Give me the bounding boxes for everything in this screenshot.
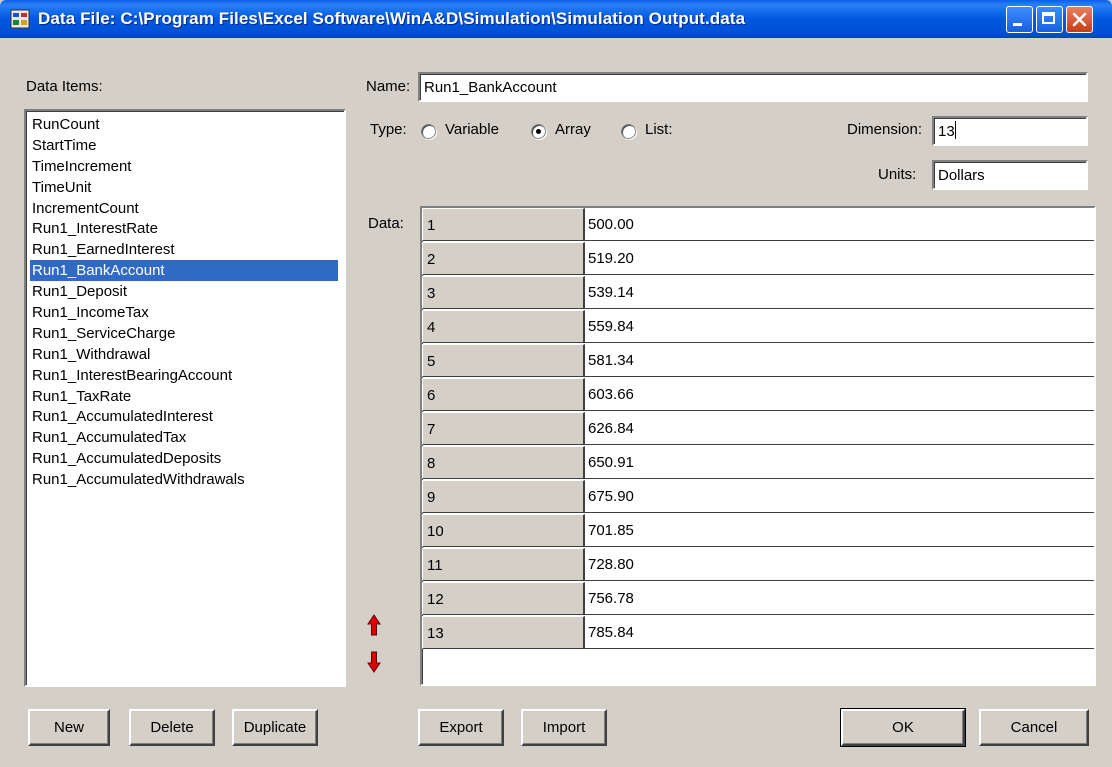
radio-label: Variable <box>445 121 499 138</box>
window-title: Data File: C:\Program Files\Excel Softwa… <box>38 9 746 28</box>
row-index-cell[interactable]: 13 <box>422 616 585 649</box>
list-item[interactable]: IncrementCount <box>30 198 344 219</box>
radio-label: Array <box>555 121 591 138</box>
units-input[interactable]: Dollars <box>932 160 1088 190</box>
table-row[interactable]: 6 603.66 <box>422 378 1094 412</box>
maximize-button[interactable] <box>1036 6 1063 33</box>
row-index-cell[interactable]: 11 <box>422 548 585 581</box>
radio-dot-selected <box>531 124 546 139</box>
list-item[interactable]: Run1_ServiceCharge <box>30 323 344 344</box>
data-label: Data: <box>368 215 404 232</box>
ok-button[interactable]: OK <box>840 708 966 747</box>
row-index-cell[interactable]: 2 <box>422 242 585 275</box>
name-input[interactable]: Run1_BankAccount <box>418 72 1088 102</box>
table-row[interactable]: 7 626.84 <box>422 412 1094 446</box>
table-row[interactable]: 10 701.85 <box>422 514 1094 548</box>
data-grid[interactable]: 1 500.00 2 519.20 3 539.14 4 559.84 5 581.34 6 603.… <box>420 206 1096 686</box>
data-items-list[interactable]: RunCount StartTime TimeIncrement TimeUnit In… <box>24 109 346 687</box>
list-item[interactable]: RunCount <box>30 114 344 135</box>
list-item[interactable]: Run1_Withdrawal <box>30 344 344 365</box>
units-label: Units: <box>878 166 917 183</box>
delete-button[interactable]: Delete <box>129 709 215 746</box>
row-value-cell[interactable]: 500.00 <box>585 208 1094 241</box>
import-button[interactable]: Import <box>521 709 607 746</box>
row-value-cell[interactable]: 603.66 <box>585 378 1094 411</box>
list-item[interactable]: Run1_AccumulatedInterest <box>30 406 344 427</box>
title-bar[interactable]: Data File: C:\Program Files\Excel Softwa… <box>0 0 1112 38</box>
row-value-cell[interactable]: 539.14 <box>585 276 1094 309</box>
data-items-label: Data Items: <box>26 78 103 95</box>
radio-dot <box>621 124 636 139</box>
table-row[interactable]: 12 756.78 <box>422 582 1094 616</box>
row-value-cell[interactable]: 581.34 <box>585 344 1094 377</box>
row-index-cell[interactable]: 6 <box>422 378 585 411</box>
row-value-cell[interactable]: 675.90 <box>585 480 1094 513</box>
list-item[interactable]: TimeIncrement <box>30 156 344 177</box>
row-index-cell[interactable]: 8 <box>422 446 585 479</box>
list-item[interactable]: Run1_TaxRate <box>30 386 344 407</box>
list-item[interactable]: Run1_InterestBearingAccount <box>30 365 344 386</box>
list-item[interactable]: Run1_InterestRate <box>30 218 344 239</box>
row-index-cell[interactable]: 4 <box>422 310 585 343</box>
row-value-cell[interactable]: 626.84 <box>585 412 1094 445</box>
move-down-arrow-icon[interactable] <box>367 651 381 673</box>
list-item[interactable]: Run1_AccumulatedDeposits <box>30 448 344 469</box>
row-index-cell[interactable]: 1 <box>422 208 585 241</box>
row-value-cell[interactable]: 785.84 <box>585 616 1094 649</box>
name-label: Name: <box>366 78 411 95</box>
list-item[interactable]: Run1_AccumulatedWithdrawals <box>30 469 344 490</box>
table-row[interactable]: 3 539.14 <box>422 276 1094 310</box>
row-value-cell[interactable]: 728.80 <box>585 548 1094 581</box>
list-item[interactable]: StartTime <box>30 135 344 156</box>
row-index-cell[interactable]: 3 <box>422 276 585 309</box>
text-cursor <box>954 121 956 139</box>
dimension-input[interactable]: 13 <box>932 116 1088 146</box>
row-value-cell[interactable]: 650.91 <box>585 446 1094 479</box>
dimension-label: Dimension: <box>847 121 923 138</box>
table-row[interactable]: 11 728.80 <box>422 548 1094 582</box>
row-value-cell[interactable]: 519.20 <box>585 242 1094 275</box>
table-row[interactable]: 9 675.90 <box>422 480 1094 514</box>
table-row[interactable]: 1 500.00 <box>422 208 1094 242</box>
list-item[interactable]: Run1_Deposit <box>30 281 344 302</box>
table-row[interactable]: 5 581.34 <box>422 344 1094 378</box>
table-row[interactable]: 8 650.91 <box>422 446 1094 480</box>
row-index-cell[interactable]: 7 <box>422 412 585 445</box>
row-value-cell[interactable]: 701.85 <box>585 514 1094 547</box>
list-item[interactable]: Run1_IncomeTax <box>30 302 344 323</box>
new-button[interactable]: New <box>28 709 110 746</box>
table-row[interactable]: 4 559.84 <box>422 310 1094 344</box>
list-item[interactable]: Run1_AccumulatedTax <box>30 427 344 448</box>
list-item[interactable]: TimeUnit <box>30 177 344 198</box>
list-item[interactable]: Run1_BankAccount <box>30 260 338 282</box>
row-index-cell[interactable]: 9 <box>422 480 585 513</box>
duplicate-button[interactable]: Duplicate <box>232 709 318 746</box>
row-index-cell[interactable]: 10 <box>422 514 585 547</box>
table-row[interactable]: 2 519.20 <box>422 242 1094 276</box>
row-index-cell[interactable]: 5 <box>422 344 585 377</box>
type-label: Type: <box>370 121 407 138</box>
close-button[interactable] <box>1066 6 1093 33</box>
table-row[interactable]: 13 785.84 <box>422 616 1094 650</box>
cancel-button[interactable]: Cancel <box>979 709 1089 746</box>
minimize-button[interactable] <box>1006 6 1033 33</box>
row-index-cell[interactable]: 12 <box>422 582 585 615</box>
move-up-arrow-icon[interactable] <box>367 614 381 636</box>
dimension-value: 13 <box>938 123 955 140</box>
list-item[interactable]: Run1_EarnedInterest <box>30 239 344 260</box>
radio-dot <box>421 124 436 139</box>
app-icon <box>10 9 30 29</box>
row-value-cell[interactable]: 756.78 <box>585 582 1094 615</box>
radio-label: List: <box>645 121 673 138</box>
row-value-cell[interactable]: 559.84 <box>585 310 1094 343</box>
export-button[interactable]: Export <box>418 709 504 746</box>
close-icon <box>1072 12 1087 27</box>
